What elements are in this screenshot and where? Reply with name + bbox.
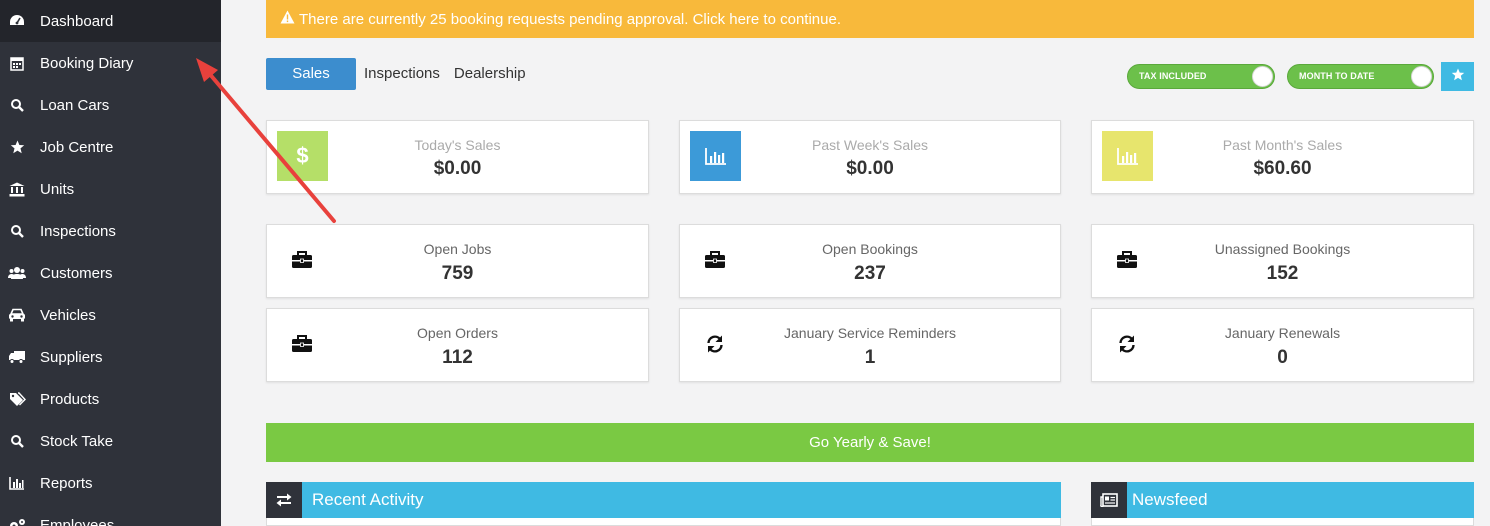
card-label: Past Month's Sales bbox=[1222, 137, 1343, 153]
sidebar: Dashboard Booking Diary Loan Cars Job Ce… bbox=[0, 0, 221, 526]
sidebar-item-vehicles[interactable]: Vehicles bbox=[0, 294, 221, 336]
sidebar-item-label: Reports bbox=[40, 474, 93, 492]
sidebar-item-label: Products bbox=[40, 390, 100, 408]
recent-activity-panel-body bbox=[266, 518, 1061, 526]
sidebar-item-products[interactable]: Products bbox=[0, 378, 221, 420]
card-value: 1 bbox=[864, 347, 876, 368]
warning-icon bbox=[280, 10, 295, 28]
past-month-sales-card: Past Month's Sales $60.60 bbox=[1091, 120, 1474, 194]
star-icon bbox=[1451, 67, 1465, 86]
card-label: Past Week's Sales bbox=[811, 137, 929, 153]
dashboard-icon bbox=[8, 13, 26, 29]
card-value: 0 bbox=[1277, 347, 1288, 368]
tab-dealership[interactable]: Dealership bbox=[447, 58, 533, 90]
sidebar-item-customers[interactable]: Customers bbox=[0, 252, 221, 294]
main-content: There are currently 25 booking requests … bbox=[221, 0, 1490, 526]
card-label: January Renewals bbox=[1224, 325, 1341, 341]
sidebar-item-label: Inspections bbox=[40, 222, 116, 240]
car-icon bbox=[8, 307, 26, 323]
toggle-knob bbox=[1252, 66, 1273, 87]
service-reminders-card[interactable]: January Service Reminders 1 bbox=[679, 308, 1061, 382]
bar-chart-icon bbox=[8, 475, 26, 491]
sidebar-item-label: Dashboard bbox=[40, 12, 114, 30]
card-label: Today's Sales bbox=[414, 137, 501, 153]
sidebar-item-employees[interactable]: Employees bbox=[0, 504, 221, 526]
dashboard-tabs: Sales Inspections Dealership bbox=[266, 58, 533, 90]
bank-icon bbox=[8, 181, 26, 197]
favorite-button[interactable] bbox=[1441, 62, 1474, 91]
tab-inspections[interactable]: Inspections bbox=[357, 58, 447, 90]
card-value: 237 bbox=[854, 263, 886, 284]
exchange-icon bbox=[266, 482, 302, 518]
newsfeed-panel-body bbox=[1091, 518, 1474, 526]
unassigned-bookings-card[interactable]: Unassigned Bookings 152 bbox=[1091, 224, 1474, 298]
calendar-icon bbox=[8, 55, 26, 71]
card-value: $0.00 bbox=[433, 158, 482, 179]
search-icon bbox=[8, 223, 26, 239]
go-yearly-banner[interactable]: Go Yearly & Save! bbox=[266, 423, 1474, 462]
card-value: $0.00 bbox=[846, 158, 894, 179]
sidebar-item-booking-diary[interactable]: Booking Diary bbox=[0, 42, 221, 84]
newspaper-icon bbox=[1091, 482, 1127, 518]
sidebar-item-label: Job Centre bbox=[40, 138, 114, 156]
toggle-label: TAX INCLUDED bbox=[1139, 71, 1207, 81]
tax-included-toggle[interactable]: TAX INCLUDED bbox=[1127, 64, 1275, 89]
newsfeed-panel-header: Newsfeed bbox=[1091, 482, 1474, 518]
card-label: Open Orders bbox=[417, 325, 498, 341]
card-label: Open Jobs bbox=[423, 241, 492, 257]
toggle-knob bbox=[1411, 66, 1432, 87]
sidebar-item-label: Stock Take bbox=[40, 432, 114, 450]
sidebar-item-dashboard[interactable]: Dashboard bbox=[0, 0, 221, 42]
pending-approval-alert[interactable]: There are currently 25 booking requests … bbox=[266, 0, 1474, 38]
sidebar-item-suppliers[interactable]: Suppliers bbox=[0, 336, 221, 378]
recent-activity-panel-header: Recent Activity bbox=[266, 482, 1061, 518]
sidebar-item-label: Loan Cars bbox=[40, 96, 110, 114]
past-week-sales-card: Past Week's Sales $0.00 bbox=[679, 120, 1061, 194]
search-icon bbox=[8, 97, 26, 113]
card-label: Open Bookings bbox=[822, 241, 918, 257]
sidebar-item-label: Vehicles bbox=[40, 306, 96, 324]
sidebar-item-label: Units bbox=[40, 180, 75, 198]
search-icon bbox=[8, 433, 26, 449]
star-icon bbox=[8, 139, 26, 155]
sidebar-item-stock-take[interactable]: Stock Take bbox=[0, 420, 221, 462]
panel-title: Recent Activity bbox=[312, 490, 424, 509]
card-label: January Service Reminders bbox=[784, 325, 956, 341]
users-icon bbox=[8, 265, 26, 281]
sidebar-item-reports[interactable]: Reports bbox=[0, 462, 221, 504]
card-label: Unassigned Bookings bbox=[1214, 241, 1351, 257]
card-value: 759 bbox=[441, 263, 474, 284]
sidebar-item-label: Employees bbox=[40, 516, 115, 526]
open-orders-card[interactable]: Open Orders 112 bbox=[266, 308, 649, 382]
open-bookings-card[interactable]: Open Bookings 237 bbox=[679, 224, 1061, 298]
sidebar-item-units[interactable]: Units bbox=[0, 168, 221, 210]
alert-text: There are currently 25 booking requests … bbox=[299, 10, 841, 28]
sidebar-item-job-centre[interactable]: Job Centre bbox=[0, 126, 221, 168]
month-to-date-toggle[interactable]: MONTH TO DATE bbox=[1287, 64, 1434, 89]
panel-title: Newsfeed bbox=[1132, 490, 1208, 509]
open-jobs-card[interactable]: Open Jobs 759 bbox=[266, 224, 649, 298]
tags-icon bbox=[8, 391, 26, 407]
card-value: 152 bbox=[1266, 263, 1299, 284]
card-value: $60.60 bbox=[1253, 158, 1312, 179]
card-value: 112 bbox=[442, 347, 473, 368]
sidebar-item-inspections[interactable]: Inspections bbox=[0, 210, 221, 252]
gears-icon bbox=[8, 517, 26, 526]
tab-sales[interactable]: Sales bbox=[266, 58, 356, 90]
sidebar-item-label: Booking Diary bbox=[40, 54, 134, 72]
todays-sales-card: $ Today's Sales $0.00 bbox=[266, 120, 649, 194]
sidebar-item-label: Customers bbox=[40, 264, 113, 282]
toggle-label: MONTH TO DATE bbox=[1299, 71, 1375, 81]
sidebar-item-loan-cars[interactable]: Loan Cars bbox=[0, 84, 221, 126]
truck-icon bbox=[8, 349, 26, 365]
renewals-card[interactable]: January Renewals 0 bbox=[1091, 308, 1474, 382]
sidebar-item-label: Suppliers bbox=[40, 348, 103, 366]
